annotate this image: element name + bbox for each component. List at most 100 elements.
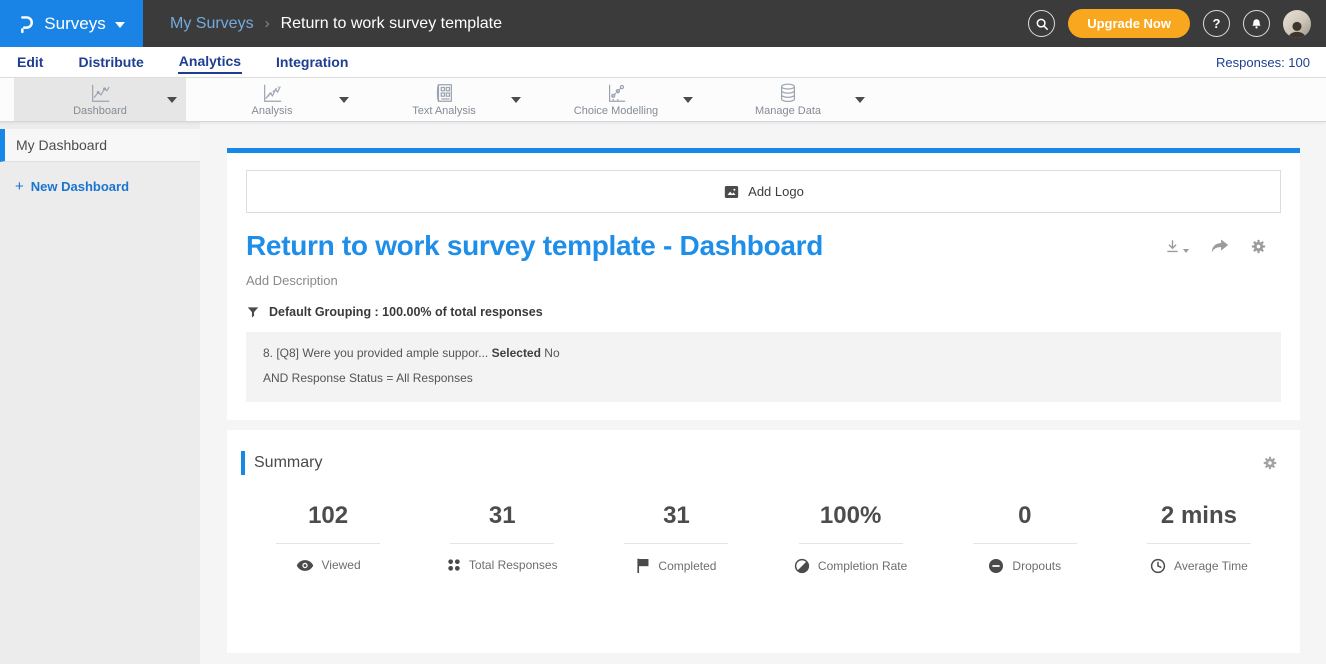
toolbar-item-label: Text Analysis — [412, 105, 476, 117]
tab-edit[interactable]: Edit — [16, 51, 44, 73]
stat-completion-rate: 100% Completion Rate — [764, 502, 938, 574]
toolbar-item-label: Analysis — [252, 105, 293, 117]
filter-criteria-box: 8. [Q8] Were you provided ample suppor..… — [246, 332, 1281, 402]
search-icon — [1035, 17, 1049, 31]
stat-label: Completion Rate — [818, 559, 907, 573]
share-button[interactable] — [1210, 239, 1229, 255]
database-icon — [777, 82, 799, 104]
stat-value: 0 — [938, 502, 1112, 530]
tab-integration[interactable]: Integration — [275, 51, 349, 73]
stat-label: Completed — [658, 559, 716, 573]
summary-title: Summary — [254, 454, 322, 472]
stat-label: Viewed — [322, 558, 361, 572]
criteria-question: 8. [Q8] Were you provided ample suppor..… — [263, 346, 488, 360]
product-name: Surveys — [44, 14, 105, 34]
flag-icon — [636, 558, 650, 573]
plus-icon: + — [15, 178, 24, 195]
stat-total-responses: 31 Total Responses — [415, 502, 589, 574]
questionpro-logo-icon — [18, 13, 35, 35]
analytics-toolbar: Dashboard Analysis Text Analysis — [0, 78, 1326, 122]
stat-value: 100% — [764, 502, 938, 530]
settings-gear-icon[interactable] — [1250, 238, 1267, 255]
stat-average-time: 2 mins Average Time — [1112, 502, 1286, 574]
line-chart-icon — [88, 82, 112, 104]
dashboard-title[interactable]: Return to work survey template - Dashboa… — [246, 230, 823, 262]
breadcrumb-my-surveys[interactable]: My Surveys — [170, 15, 254, 33]
stat-divider — [1147, 543, 1251, 544]
sidebar-item-label: My Dashboard — [16, 137, 107, 153]
summary-stats-row: 102 Viewed 31 — [227, 502, 1300, 574]
dots-grid-icon — [447, 558, 461, 572]
criteria-value: No — [544, 346, 559, 360]
toolbar-item-label: Dashboard — [73, 105, 127, 117]
chevron-down-icon[interactable] — [855, 97, 865, 103]
stat-divider — [624, 543, 728, 544]
dashboard-content: Add Logo Return to work survey template … — [200, 122, 1326, 664]
add-description-button[interactable]: Add Description — [246, 273, 1281, 288]
stat-divider — [973, 543, 1077, 544]
new-dashboard-label: New Dashboard — [31, 179, 129, 194]
document-grid-icon — [433, 82, 455, 104]
sidebar-item-my-dashboard[interactable]: My Dashboard — [0, 129, 200, 162]
half-circle-icon — [794, 558, 810, 574]
scatter-chart-icon — [604, 82, 628, 104]
toolbar-item-choice-modelling[interactable]: Choice Modelling — [530, 78, 702, 121]
stat-divider — [799, 543, 903, 544]
chevron-down-icon[interactable] — [511, 97, 521, 103]
stat-divider — [276, 543, 380, 544]
breadcrumb: My Surveys › Return to work survey templ… — [170, 0, 502, 47]
stat-value: 31 — [415, 502, 589, 530]
summary-settings-gear-icon[interactable] — [1262, 455, 1278, 471]
notifications-button[interactable] — [1243, 10, 1270, 37]
clock-icon — [1150, 558, 1166, 574]
chevron-down-icon[interactable] — [167, 97, 177, 103]
toolbar-item-manage-data[interactable]: Manage Data — [702, 78, 874, 121]
new-dashboard-button[interactable]: + New Dashboard — [15, 178, 200, 195]
criteria-line-2: AND Response Status = All Responses — [263, 371, 1264, 385]
dashboard-header-card: Add Logo Return to work survey template … — [227, 148, 1300, 420]
stat-label: Total Responses — [469, 558, 558, 572]
stat-value: 102 — [241, 502, 415, 530]
search-button[interactable] — [1028, 10, 1055, 37]
stat-label: Dropouts — [1012, 559, 1061, 573]
stat-label: Average Time — [1174, 559, 1248, 573]
download-button[interactable] — [1164, 238, 1189, 255]
top-header: Surveys My Surveys › Return to work surv… — [0, 0, 1326, 47]
header-actions: Upgrade Now ? — [1028, 0, 1326, 47]
toolbar-item-text-analysis[interactable]: Text Analysis — [358, 78, 530, 121]
chevron-down-icon[interactable] — [339, 97, 349, 103]
chevron-down-icon[interactable] — [683, 97, 693, 103]
toolbar-item-label: Manage Data — [755, 105, 821, 117]
breadcrumb-separator: › — [265, 15, 270, 32]
stat-completed: 31 Completed — [589, 502, 763, 574]
stat-dropouts: 0 Dropouts — [938, 502, 1112, 574]
criteria-line-1: 8. [Q8] Were you provided ample suppor..… — [263, 346, 1264, 360]
trend-chart-icon — [260, 82, 284, 104]
summary-card: Summary 102 — [227, 430, 1300, 653]
eye-icon — [296, 559, 314, 572]
responses-count-link[interactable]: Responses: 100 — [1216, 55, 1310, 70]
workspace: My Dashboard + New Dashboard — [0, 122, 1326, 664]
criteria-operator: Selected — [492, 346, 541, 360]
toolbar-item-label: Choice Modelling — [574, 105, 658, 117]
stat-divider — [450, 543, 554, 544]
minus-circle-icon — [988, 558, 1004, 574]
add-logo-button[interactable]: Add Logo — [246, 170, 1281, 213]
user-avatar[interactable] — [1283, 10, 1311, 38]
product-menu[interactable]: Surveys — [0, 0, 143, 47]
upgrade-now-button[interactable]: Upgrade Now — [1068, 9, 1190, 38]
bell-icon — [1250, 17, 1263, 31]
toolbar-item-dashboard[interactable]: Dashboard — [14, 78, 186, 121]
chevron-down-icon — [1183, 249, 1189, 253]
default-grouping-filter[interactable]: Default Grouping : 100.00% of total resp… — [246, 305, 1281, 319]
tab-analytics[interactable]: Analytics — [178, 50, 242, 74]
stat-value: 31 — [589, 502, 763, 530]
stat-viewed: 102 Viewed — [241, 502, 415, 574]
summary-accent-bar — [241, 451, 245, 475]
survey-nav: Edit Distribute Analytics Integration Re… — [0, 47, 1326, 78]
toolbar-item-analysis[interactable]: Analysis — [186, 78, 358, 121]
tab-distribute[interactable]: Distribute — [77, 51, 144, 73]
add-logo-label: Add Logo — [748, 184, 804, 199]
filter-funnel-icon — [246, 305, 260, 319]
help-button[interactable]: ? — [1203, 10, 1230, 37]
